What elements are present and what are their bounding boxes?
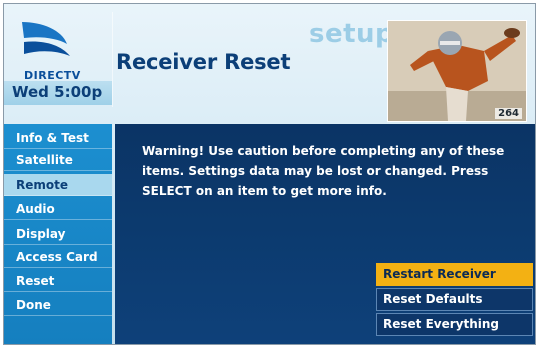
menu-item-satellite[interactable]: Satellite [4,149,112,171]
menu-item-audio[interactable]: Audio [4,198,112,220]
warning-message: Warning! Use caution before completing a… [142,144,505,198]
content-panel: Warning! Use caution before completing a… [115,124,535,344]
reset-defaults-button[interactable]: Reset Defaults [376,288,533,311]
setup-menu: Info & Test Satellite Remote Audio Displ… [4,124,112,344]
menu-item-remote[interactable]: Remote [4,174,112,196]
menu-item-display[interactable]: Display [4,223,112,245]
reset-everything-button[interactable]: Reset Everything [376,313,533,336]
menu-item-done[interactable]: Done [4,294,112,316]
menu-item-info-test[interactable]: Info & Test [4,127,112,149]
section-title: setup [309,19,395,49]
page-title: Receiver Reset [116,50,291,74]
restart-receiver-button[interactable]: Restart Receiver [376,263,533,286]
menu-item-reset[interactable]: Reset [4,270,112,292]
cyclone-logo-icon [22,22,70,56]
video-preview: 264 [387,20,527,122]
channel-number: 264 [495,108,522,119]
header-divider [112,12,113,107]
tv-screen: DIRECTV setup Receiver Reset 264 Wed 5:0… [3,3,536,345]
football-player-icon [388,21,526,121]
directv-logo: DIRECTV [12,18,107,82]
menu-item-access-card[interactable]: Access Card [4,246,112,268]
clock: Wed 5:00p [12,83,103,101]
